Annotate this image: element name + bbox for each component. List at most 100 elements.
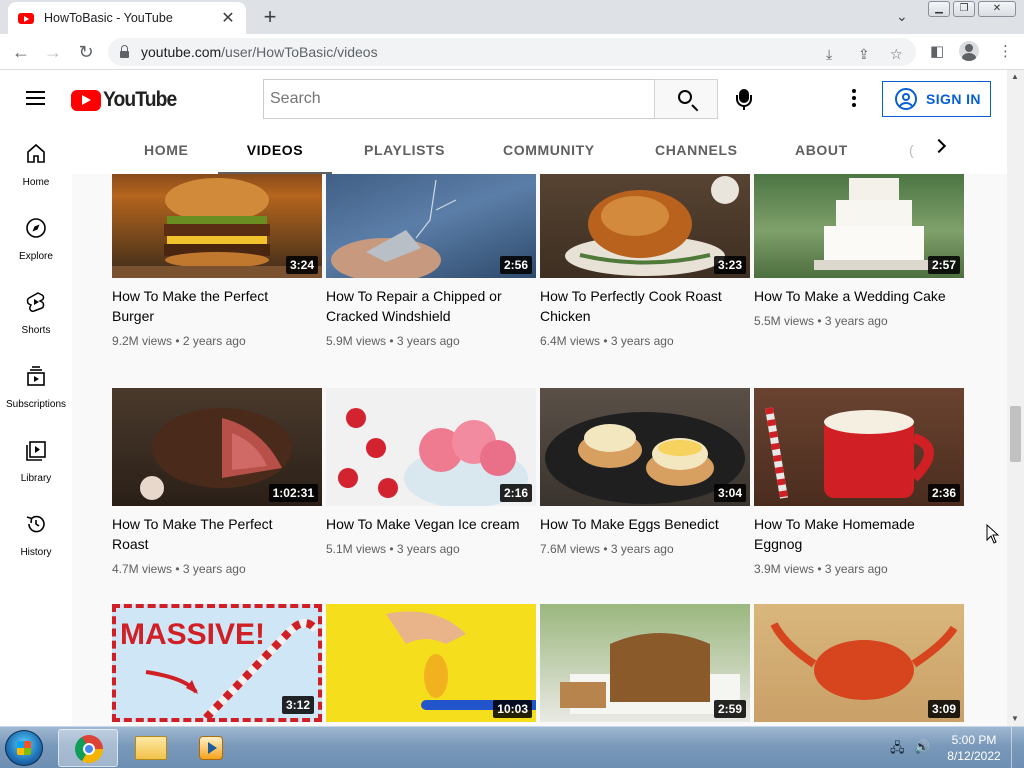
video-age: 3 years ago	[610, 542, 674, 556]
video-title[interactable]: How To Make Homemade Eggnog	[754, 514, 954, 554]
video-meta: 7.6M views • 3 years ago	[540, 542, 674, 556]
install-app-icon[interactable]: ⤓	[826, 46, 832, 63]
tab-title: HowToBasic - YouTube	[44, 11, 173, 25]
browser-toolbar: ← → ↻ youtube.com/user/HowToBasic/videos…	[0, 34, 1024, 70]
video-thumbnail[interactable]: MASSIVE! 3:12	[112, 604, 322, 722]
tab-search-partial[interactable]: (	[909, 126, 929, 174]
video-duration: 3:09	[927, 700, 960, 718]
lock-icon[interactable]	[120, 44, 129, 58]
profile-avatar-icon[interactable]	[959, 41, 979, 61]
video-title[interactable]: How To Make Eggs Benedict	[540, 514, 740, 534]
reload-button[interactable]: ↻	[74, 40, 98, 64]
scrollbar-thumb[interactable]	[1010, 406, 1021, 462]
video-duration: 10:03	[493, 700, 532, 718]
video-card[interactable]: 1:02:31 How To Make The Perfect Roast 4.…	[112, 388, 322, 576]
page-scrollbar[interactable]: ▲ ▼	[1007, 70, 1024, 726]
youtube-favicon-icon	[18, 12, 34, 24]
system-clock[interactable]: 5:00 PM 8/12/2022	[944, 732, 1004, 764]
video-title[interactable]: How To Make a Wedding Cake	[754, 286, 954, 306]
video-meta: 6.4M views • 3 years ago	[540, 334, 674, 348]
home-icon	[27, 143, 45, 163]
tab-playlists[interactable]: PLAYLISTS	[364, 126, 445, 174]
video-title[interactable]: How To Repair a Chipped or Cracked Winds…	[326, 286, 526, 326]
video-duration: 2:59	[713, 700, 746, 718]
video-thumbnail[interactable]: 3:04	[540, 388, 750, 506]
new-tab-button[interactable]: +	[258, 5, 282, 29]
video-thumbnail[interactable]: 3:24	[112, 174, 322, 278]
channel-tabs: HOME VIDEOS PLAYLISTS COMMUNITY CHANNELS…	[72, 126, 1007, 174]
tab-close-button[interactable]: ✕	[220, 8, 236, 28]
video-views: 5.9M views	[326, 334, 387, 348]
video-title[interactable]: How To Perfectly Cook Roast Chicken	[540, 286, 740, 326]
video-thumbnail[interactable]: 10:03	[326, 604, 536, 722]
browser-tab-strip: HowToBasic - YouTube ✕ + ⌄ ▁ ❐ ✕	[0, 0, 1024, 34]
video-card[interactable]: 2:16 How To Make Vegan Ice cream 5.1M vi…	[326, 388, 536, 556]
address-bar[interactable]: youtube.com/user/HowToBasic/videos ⤓ ⇪ ☆	[108, 38, 916, 66]
tab-search-chevron-icon[interactable]: ⌄	[896, 8, 908, 25]
video-thumbnail[interactable]: 1:02:31	[112, 388, 322, 506]
start-button[interactable]	[5, 730, 43, 766]
video-card[interactable]: 3:23 How To Perfectly Cook Roast Chicken…	[540, 174, 750, 348]
video-age: 3 years ago	[610, 334, 674, 348]
volume-icon[interactable]: 🔊	[914, 739, 930, 755]
tabs-next-chevron-icon[interactable]	[931, 138, 947, 154]
settings-more-icon[interactable]	[852, 89, 856, 107]
video-views: 9.2M views	[112, 334, 173, 348]
scroll-up-arrow-icon[interactable]: ▲	[1011, 72, 1019, 81]
account-icon	[895, 88, 917, 110]
video-thumbnail[interactable]: 2:56	[326, 174, 536, 278]
video-views: 4.7M views	[112, 562, 173, 576]
video-card[interactable]: 2:56 How To Repair a Chipped or Cracked …	[326, 174, 536, 348]
tab-channels[interactable]: CHANNELS	[655, 126, 738, 174]
video-card[interactable]: 2:59	[540, 604, 750, 722]
video-views: 3.9M views	[754, 562, 815, 576]
youtube-logo[interactable]: YouTube	[71, 88, 183, 112]
network-icon[interactable]: 🖧	[890, 739, 905, 761]
video-thumbnail[interactable]: 2:16	[326, 388, 536, 506]
bookmark-star-icon[interactable]: ☆	[890, 46, 903, 63]
video-title[interactable]: How To Make the Perfect Burger	[112, 286, 312, 326]
video-thumbnail[interactable]: 2:57	[754, 174, 964, 278]
video-card[interactable]: MASSIVE! 3:12	[112, 604, 322, 722]
video-duration: 2:16	[499, 484, 532, 502]
video-card[interactable]: 3:09	[754, 604, 964, 722]
minimize-button[interactable]: ▁	[928, 1, 950, 17]
restore-button[interactable]: ❐	[953, 1, 975, 17]
video-title[interactable]: How To Make Vegan Ice cream	[326, 514, 526, 534]
search-input[interactable]	[263, 79, 655, 119]
search-button[interactable]	[654, 79, 718, 119]
video-duration: 3:23	[713, 256, 746, 274]
scroll-down-arrow-icon[interactable]: ▼	[1011, 714, 1019, 723]
video-title[interactable]: How To Make The Perfect Roast	[112, 514, 312, 554]
video-card[interactable]: 2:36 How To Make Homemade Eggnog 3.9M vi…	[754, 388, 964, 576]
video-card[interactable]: 3:04 How To Make Eggs Benedict 7.6M view…	[540, 388, 750, 556]
side-panel-icon[interactable]: ◧	[930, 42, 944, 60]
close-window-button[interactable]: ✕	[978, 1, 1016, 17]
video-thumbnail[interactable]: 2:59	[540, 604, 750, 722]
tab-community[interactable]: COMMUNITY	[503, 126, 595, 174]
media-player-icon	[199, 736, 223, 760]
video-duration: 2:36	[927, 484, 960, 502]
video-card[interactable]: 10:03	[326, 604, 536, 722]
taskbar-explorer-button[interactable]	[120, 729, 180, 767]
video-card[interactable]: 2:57 How To Make a Wedding Cake 5.5M vie…	[754, 174, 964, 328]
video-thumbnail[interactable]: 3:09	[754, 604, 964, 722]
video-card[interactable]: 3:24 How To Make the Perfect Burger 9.2M…	[112, 174, 322, 348]
tab-about[interactable]: ABOUT	[795, 126, 848, 174]
forward-button[interactable]: →	[41, 40, 65, 64]
browser-tab[interactable]: HowToBasic - YouTube ✕	[8, 2, 246, 34]
sign-in-button[interactable]: SIGN IN	[882, 81, 991, 117]
video-thumbnail[interactable]: 3:23	[540, 174, 750, 278]
taskbar-media-player-button[interactable]	[180, 729, 240, 767]
guide-menu-icon[interactable]	[26, 91, 45, 105]
tab-home[interactable]: HOME	[144, 126, 188, 174]
video-thumbnail[interactable]: 2:36	[754, 388, 964, 506]
share-icon[interactable]: ⇪	[858, 46, 870, 63]
taskbar-chrome-button[interactable]	[58, 729, 118, 767]
voice-search-arc	[736, 95, 752, 107]
show-desktop-button[interactable]	[1011, 727, 1024, 768]
chrome-menu-icon[interactable]: ⋮	[998, 42, 1013, 60]
chrome-icon	[75, 735, 103, 763]
back-button[interactable]: ←	[9, 40, 33, 64]
tab-videos[interactable]: VIDEOS	[218, 126, 332, 174]
